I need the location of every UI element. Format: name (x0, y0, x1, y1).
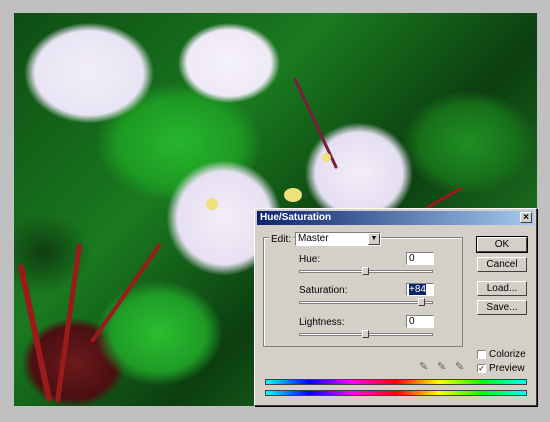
lightness-label: Lightness: (299, 317, 345, 328)
colorize-checkbox[interactable] (477, 350, 486, 359)
lightness-input[interactable]: 0 (406, 315, 434, 328)
hue-input[interactable]: 0 (406, 252, 434, 265)
eyedropper-icon[interactable]: ✎ (419, 360, 428, 373)
edit-channel-select[interactable]: Master ▼ (295, 232, 381, 246)
output-hue-spectrum (265, 390, 527, 396)
chevron-down-icon[interactable]: ▼ (368, 233, 380, 245)
app-canvas: Hue/Saturation × Edit: Master ▼ Hue: 0 S… (0, 0, 550, 422)
load-button[interactable]: Load... (477, 281, 527, 296)
preview-label: Preview (489, 363, 525, 374)
save-button[interactable]: Save... (477, 300, 527, 315)
saturation-input[interactable]: +84 (406, 283, 434, 296)
saturation-slider-track[interactable] (299, 301, 433, 304)
eyedropper-minus-icon[interactable]: ✎ (455, 360, 464, 373)
saturation-slider-thumb[interactable] (418, 298, 426, 306)
colorize-label: Colorize (489, 349, 526, 360)
cancel-button[interactable]: Cancel (477, 257, 527, 272)
preview-checkbox[interactable]: ✓ (477, 364, 486, 373)
hue-saturation-dialog: Hue/Saturation × Edit: Master ▼ Hue: 0 S… (254, 208, 537, 406)
lightness-slider-thumb[interactable] (362, 330, 369, 338)
edit-label: Edit: (269, 234, 294, 245)
dialog-title: Hue/Saturation (260, 212, 332, 223)
saturation-label: Saturation: (299, 285, 348, 296)
input-hue-spectrum (265, 379, 527, 385)
hue-slider-thumb[interactable] (362, 267, 369, 275)
eyedropper-plus-icon[interactable]: ✎ (437, 360, 446, 373)
close-icon[interactable]: × (520, 212, 532, 223)
ok-button[interactable]: OK (476, 236, 528, 253)
edit-channel-value: Master (298, 233, 329, 244)
dialog-titlebar[interactable]: Hue/Saturation × (257, 211, 534, 225)
hue-label: Hue: (299, 254, 321, 265)
